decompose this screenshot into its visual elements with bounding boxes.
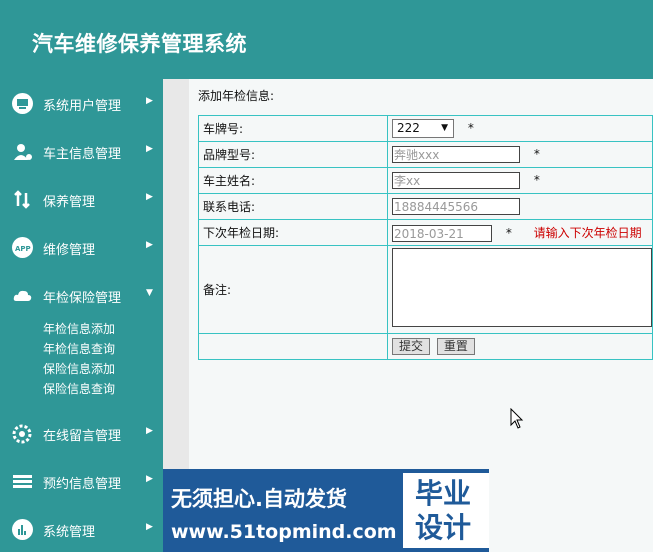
form-row-actions: 提交 重置 <box>198 333 653 360</box>
chevron-right-icon: ▶ <box>146 144 153 154</box>
banner-url: www.51topmind.com <box>171 521 397 543</box>
watermark-banner: 无须担心.自动发货 www.51topmind.com 毕业 设计 <box>163 469 489 552</box>
chevron-right-icon: ▶ <box>146 474 153 484</box>
required-mark: * <box>533 147 540 161</box>
cloud-icon <box>12 285 33 306</box>
sidebar-item-messages[interactable]: 在线留言管理 ▶ <box>0 422 163 446</box>
banner-line1: 无须担心.自动发货 <box>171 487 347 511</box>
app-icon: APP <box>12 237 33 258</box>
model-label: 品牌型号: <box>198 141 388 168</box>
chevron-down-icon: ▼ <box>146 288 153 298</box>
date-label: 下次年检日期: <box>198 219 388 246</box>
owner-label: 车主姓名: <box>198 167 388 194</box>
sidebar-item-label: 在线留言管理 <box>43 429 122 444</box>
plate-select[interactable]: 222 ▼ <box>392 119 454 138</box>
submenu-query-inspection[interactable]: 年检信息查询 <box>43 340 115 357</box>
sidebar-item-label: 预约信息管理 <box>43 477 122 492</box>
chevron-right-icon: ▶ <box>146 240 153 250</box>
inspection-form: 车牌号: 222 ▼ * 品牌型号: 奔驰xxx * 车主姓名: 李xx * 联… <box>198 115 653 360</box>
remark-label: 备注: <box>198 245 388 334</box>
form-row-owner: 车主姓名: 李xx * <box>198 167 653 194</box>
chevron-right-icon: ▶ <box>146 522 153 532</box>
form-row-phone: 联系电话: 18884445566 <box>198 193 653 220</box>
submenu-add-inspection[interactable]: 年检信息添加 <box>43 320 115 337</box>
sidebar-item-owner-info[interactable]: 车主信息管理 ▶ <box>0 140 163 164</box>
sidebar-item-system[interactable]: 系统管理 ▶ <box>0 518 163 542</box>
form-title: 添加年检信息: <box>198 89 275 103</box>
chevron-right-icon: ▶ <box>146 192 153 202</box>
form-row-plate: 车牌号: 222 ▼ * <box>198 115 653 142</box>
submenu-add-insurance[interactable]: 保险信息添加 <box>43 360 115 377</box>
required-mark: * <box>533 173 540 187</box>
date-input[interactable]: 2018-03-21 <box>392 224 492 242</box>
stack-icon <box>12 471 33 492</box>
sidebar-item-label: 系统用户管理 <box>43 99 122 114</box>
submit-button[interactable]: 提交 <box>392 338 431 355</box>
sidebar-item-appointments[interactable]: 预约信息管理 ▶ <box>0 470 163 494</box>
plate-label: 车牌号: <box>198 115 388 142</box>
form-row-date: 下次年检日期: 2018-03-21 * 请输入下次年检日期 <box>198 219 653 246</box>
user-gear-icon <box>12 141 33 162</box>
sidebar-item-system-users[interactable]: 系统用户管理 ▶ <box>0 92 163 116</box>
dropdown-caret-icon: ▼ <box>441 123 448 133</box>
sidebar-item-label: 年检保险管理 <box>43 291 122 306</box>
reset-button[interactable]: 重置 <box>436 338 475 355</box>
form-row-model: 品牌型号: 奔驰xxx * <box>198 141 653 168</box>
sidebar-item-repair[interactable]: APP 维修管理 ▶ <box>0 236 163 260</box>
svg-text:APP: APP <box>15 245 31 253</box>
gear-icon <box>12 423 33 444</box>
phone-label: 联系电话: <box>198 193 388 220</box>
mouse-cursor-icon <box>510 407 524 434</box>
monitor-icon <box>12 93 33 114</box>
chevron-right-icon: ▶ <box>146 426 153 436</box>
sidebar-item-inspection-insurance[interactable]: 年检保险管理 ▼ <box>0 284 163 308</box>
sidebar-item-label: 车主信息管理 <box>43 147 122 162</box>
model-input[interactable]: 奔驰xxx <box>392 146 520 163</box>
owner-input[interactable]: 李xx <box>392 172 520 189</box>
submenu-query-insurance[interactable]: 保险信息查询 <box>43 380 115 397</box>
date-hint: 请输入下次年检日期 <box>533 225 642 240</box>
app-title: 汽车维修保养管理系统 <box>32 32 247 56</box>
chevron-right-icon: ▶ <box>146 96 153 106</box>
required-mark: * <box>467 121 474 135</box>
sidebar-item-label: 系统管理 <box>43 525 96 540</box>
phone-input[interactable]: 18884445566 <box>392 198 520 215</box>
sidebar: 系统用户管理 ▶ 车主信息管理 ▶ 保养管理 ▶ APP 维修管理 ▶ 年检保险… <box>0 79 163 552</box>
sidebar-item-maintenance[interactable]: 保养管理 ▶ <box>0 188 163 212</box>
remark-textarea[interactable] <box>392 248 652 327</box>
swap-arrows-icon <box>12 189 33 210</box>
app-header: 汽车维修保养管理系统 <box>0 0 653 79</box>
sidebar-item-label: 保养管理 <box>43 195 96 210</box>
form-row-remark: 备注: <box>198 245 653 334</box>
sidebar-item-label: 维修管理 <box>43 243 96 258</box>
required-mark: * <box>505 225 512 240</box>
banner-badge: 毕业 设计 <box>403 473 489 548</box>
bar-chart-icon <box>12 519 33 540</box>
